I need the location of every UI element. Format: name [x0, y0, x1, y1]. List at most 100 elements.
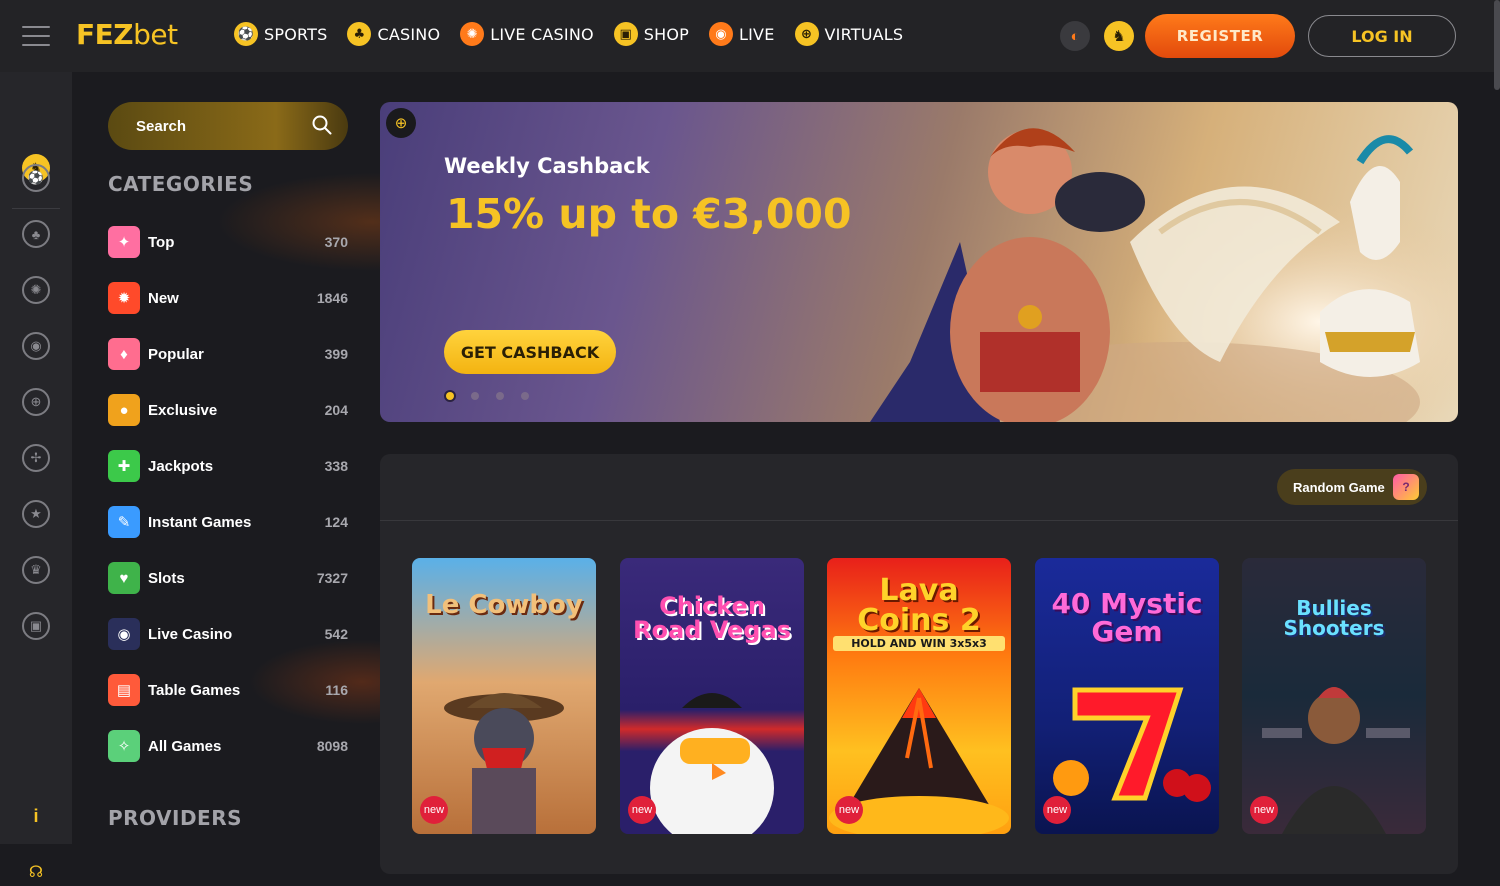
cashback-coin-icon[interactable]: ◐	[1060, 21, 1090, 51]
banner-title: 15% up to €3,000	[446, 190, 852, 238]
game-card-le-cowboy[interactable]: Le Cowboy new	[412, 558, 596, 834]
carousel-dot[interactable]	[471, 392, 479, 400]
category-icon: ●	[108, 394, 140, 426]
random-game-button[interactable]: Random Game ?	[1277, 469, 1427, 505]
category-label: New	[148, 289, 179, 307]
nav-live-casino[interactable]: ✺ LIVE CASINO	[460, 22, 594, 46]
nav-label: SPORTS	[264, 24, 328, 44]
category-label: Popular	[148, 345, 204, 363]
category-icon: ✚	[108, 450, 140, 482]
category-exclusive[interactable]: ● Exclusive 204	[108, 394, 348, 426]
promo-banner[interactable]: ⊕ Weekly Cashback 15% up to €3,000 GET C…	[380, 102, 1458, 422]
info-icon[interactable]: i	[24, 806, 48, 830]
nav-virtuals[interactable]: ⊕ VIRTUALS	[794, 22, 904, 46]
category-instant-games[interactable]: ✎ Instant Games 124	[108, 506, 348, 538]
support-headset-icon[interactable]: ☊	[24, 862, 48, 886]
sports-icon[interactable]: ⚽	[22, 164, 50, 192]
casino-icon[interactable]: ♣	[22, 220, 50, 248]
game-card-40-mystic-gem[interactable]: 40 Mystic Gem new	[1035, 558, 1219, 834]
category-icon: ✧	[108, 730, 140, 762]
new-badge: new	[1250, 796, 1278, 824]
banner-subtitle: Weekly Cashback	[444, 154, 650, 178]
category-label: Instant Games	[148, 513, 252, 531]
divider	[380, 520, 1458, 521]
category-icon: ◉	[108, 618, 140, 650]
trophy-icon[interactable]: ♛	[22, 556, 50, 584]
page-scrollbar[interactable]	[1494, 0, 1500, 90]
nav-sports[interactable]: ⚽ SPORTS	[234, 22, 327, 46]
roulette-icon[interactable]: ✺	[22, 276, 50, 304]
category-label: All Games	[148, 737, 222, 755]
virtuals-icon: ⊕	[794, 22, 819, 46]
chicken-artwork	[650, 693, 774, 834]
game-card-chicken-road-vegas[interactable]: Chicken Road Vegas new	[620, 558, 804, 834]
category-new[interactable]: ✹ New 1846	[108, 282, 348, 314]
category-all-games[interactable]: ✧ All Games 8098	[108, 730, 348, 762]
logo-rest: bet	[133, 18, 178, 51]
login-button[interactable]: LOG IN	[1308, 15, 1456, 57]
search-icon[interactable]	[312, 115, 332, 135]
category-icon: ✹	[108, 282, 140, 314]
game-card-bullies-shooters[interactable]: Bullies Shooters new	[1242, 558, 1426, 834]
wheel-icon[interactable]: ✢	[22, 444, 50, 472]
nav-label: LIVE CASINO	[490, 24, 594, 44]
avatar-coin-icon[interactable]: ♞	[1104, 21, 1134, 51]
nav-label: SHOP	[643, 24, 690, 44]
volcano-artwork	[829, 688, 1009, 834]
new-badge: new	[628, 796, 656, 824]
nav-live[interactable]: ◉ LIVE	[709, 22, 775, 46]
category-count: 1846	[316, 290, 348, 306]
new-badge: new	[420, 796, 448, 824]
category-label: Live Casino	[148, 625, 233, 643]
nav-casino[interactable]: ♣ CASINO	[347, 22, 440, 46]
menu-icon[interactable]	[22, 26, 50, 46]
top-bar: FEZbet ⚽ SPORTS ♣ CASINO ✺ LIVE CASINO ▣ SHO…	[0, 0, 1500, 90]
get-cashback-button[interactable]: GET CASHBACK	[444, 330, 616, 374]
nav-shop[interactable]: ▣ SHOP	[613, 22, 690, 46]
virtuals-icon[interactable]: ⊕	[22, 388, 50, 416]
category-slots[interactable]: ♥ Slots 7327	[108, 562, 348, 594]
live-signal-icon: ◉	[709, 22, 734, 46]
category-count: 8098	[316, 738, 348, 754]
games-panel: Random Game ? Le Cowboy new Chicken Road…	[380, 454, 1458, 874]
category-popular[interactable]: ♦ Popular 399	[108, 338, 348, 370]
soccer-ball-icon: ⚽	[234, 22, 258, 46]
nav-label: CASINO	[377, 24, 441, 44]
carousel-dot[interactable]	[496, 392, 504, 400]
shopping-bag-icon[interactable]: ▣	[22, 612, 50, 640]
target-badge-icon: ⊕	[386, 108, 416, 138]
shooter-artwork	[1262, 687, 1410, 834]
search-input[interactable]: Search	[108, 102, 348, 150]
providers-heading: PROVIDERS	[108, 806, 243, 830]
game-card-lava-coins-2[interactable]: Lava Coins 2 HOLD AND WIN 3x5x3 new	[827, 558, 1011, 834]
main-nav: ⚽ SPORTS ♣ CASINO ✺ LIVE CASINO ▣ SHOP ◉ LIVE…	[234, 22, 903, 46]
roulette-icon: ✺	[460, 22, 485, 46]
nav-label: LIVE	[739, 24, 775, 44]
carousel-dot[interactable]	[521, 392, 529, 400]
category-icon: ✦	[108, 226, 140, 258]
category-top[interactable]: ✦ Top 370	[108, 226, 348, 258]
register-button[interactable]: REGISTER	[1145, 14, 1295, 58]
category-sidebar: Search CATEGORIES ✦ Top 370 ✹ New 1846 ♦ Popula…	[72, 72, 380, 844]
icon-rail: ♞ ⚽ ♣ ✺ ◉ ⊕ ✢ ★ ♛ ▣ i ☊	[0, 72, 72, 881]
new-badge: new	[1043, 796, 1071, 824]
cowboy-artwork	[444, 693, 564, 834]
random-game-label: Random Game	[1293, 479, 1385, 495]
shopping-bag-icon: ▣	[613, 22, 638, 46]
hero-artwork	[870, 128, 1458, 422]
category-label: Top	[148, 233, 175, 251]
logo[interactable]: FEZbet	[76, 18, 178, 51]
star-icon[interactable]: ★	[22, 500, 50, 528]
category-jackpots[interactable]: ✚ Jackpots 338	[108, 450, 348, 482]
nav-label: VIRTUALS	[824, 24, 904, 44]
carousel-dot[interactable]	[446, 392, 454, 400]
carousel-dots	[446, 392, 529, 400]
category-count: 399	[324, 346, 348, 362]
category-live-casino[interactable]: ◉ Live Casino 542	[108, 618, 348, 650]
category-count: 338	[324, 458, 348, 474]
category-table-games[interactable]: ▤ Table Games 116	[108, 674, 348, 706]
live-signal-icon[interactable]: ◉	[22, 332, 50, 360]
category-count: 7327	[316, 570, 348, 586]
category-icon: ♦	[108, 338, 140, 370]
category-count: 542	[324, 626, 348, 642]
